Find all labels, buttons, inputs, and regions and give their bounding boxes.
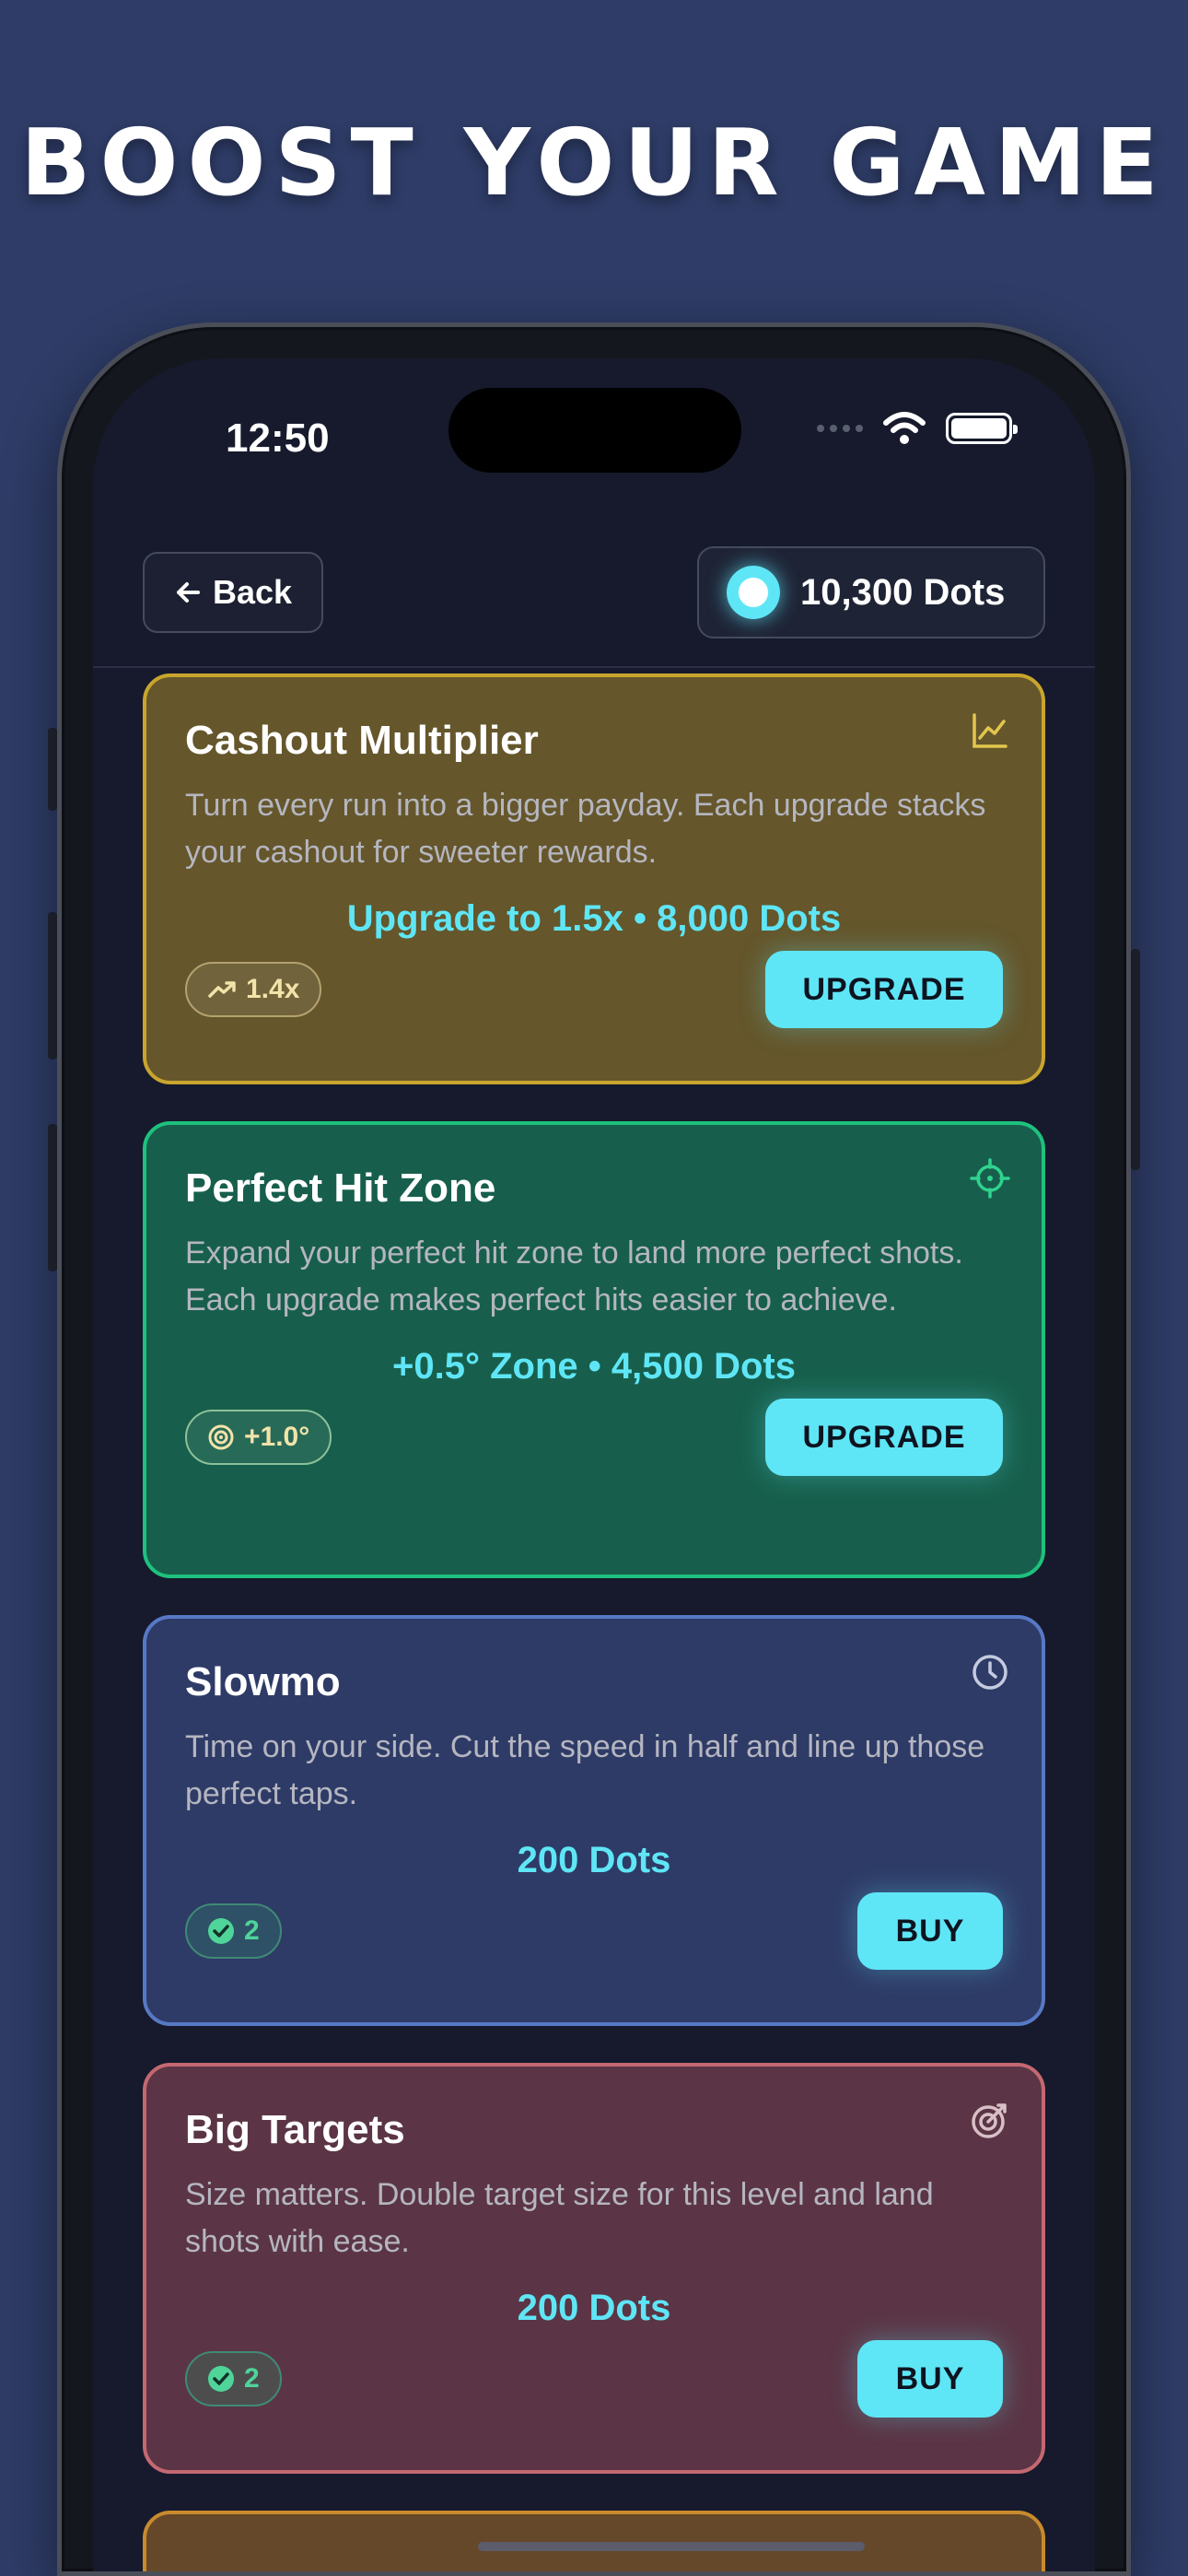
card-price: 200 Dots	[517, 2288, 671, 2328]
buy-button[interactable]: BUY	[857, 2340, 1003, 2418]
owned-count-badge: 2	[185, 2351, 282, 2406]
arrow-left-icon	[176, 582, 200, 603]
card-description: Size matters. Double target size for thi…	[185, 2177, 934, 2259]
side-button-left	[48, 1124, 57, 1271]
back-button[interactable]: Back	[143, 552, 323, 633]
card-description: Time on your side. Cut the speed in half…	[185, 1729, 985, 1811]
target-icon	[208, 1424, 234, 1450]
badge-value: 2	[244, 2363, 260, 2394]
check-circle-icon	[208, 2366, 234, 2392]
battery-icon	[946, 413, 1018, 444]
balance-value: 10,300 Dots	[800, 571, 1006, 613]
crosshair-icon	[970, 1158, 1010, 1199]
owned-count-badge: 2	[185, 1903, 282, 1959]
home-indicator[interactable]	[478, 2542, 865, 2551]
level-badge: +1.0°	[185, 1410, 332, 1465]
dots-balance: 10,300 Dots	[697, 546, 1045, 638]
card-description: Turn every run into a bigger payday. Eac…	[185, 788, 986, 870]
target-arrow-icon	[972, 2103, 1007, 2138]
upgrade-button[interactable]: UPGRADE	[765, 951, 1003, 1028]
side-button-left	[48, 912, 57, 1060]
side-button-left	[48, 728, 57, 811]
upgrade-card-cashout-multiplier: Cashout Multiplier Turn every run into a…	[143, 673, 1045, 1084]
back-label: Back	[212, 573, 293, 611]
card-title: Big Targets	[185, 2107, 405, 2152]
clock-icon	[973, 1655, 1007, 1690]
trending-up-icon	[208, 981, 236, 998]
card-title: Slowmo	[185, 1659, 341, 1704]
dynamic-island	[448, 388, 741, 473]
headline: BOOST YOUR GAME	[20, 109, 1168, 217]
upgrade-button[interactable]: UPGRADE	[765, 1399, 1003, 1476]
app-screen: 12:50 Back 10,300 Dots Cashout Multiplie…	[93, 358, 1095, 2571]
card-price: Upgrade to 1.5x • 8,000 Dots	[346, 898, 842, 939]
wifi-icon	[883, 412, 926, 444]
powerup-card-slowmo: Slowmo Time on your side. Cut the speed …	[143, 1615, 1045, 2026]
line-chart-icon	[973, 713, 1007, 748]
upgrade-list: Cashout Multiplier Turn every run into a…	[143, 673, 1045, 2571]
card-description: Expand your perfect hit zone to land mor…	[185, 1235, 963, 1317]
upgrade-card-perfect-hit-zone: Perfect Hit Zone Expand your perfect hit…	[143, 1121, 1045, 1578]
phone-frame: 12:50 Back 10,300 Dots Cashout Multiplie…	[57, 322, 1131, 2576]
powerup-card-big-targets: Big Targets Size matters. Double target …	[143, 2063, 1045, 2474]
badge-value: 1.4x	[246, 974, 300, 1004]
badge-value: 2	[244, 1915, 260, 1946]
status-icons	[817, 412, 1018, 445]
buy-button[interactable]: BUY	[857, 1892, 1003, 1970]
status-time: 12:50	[226, 416, 330, 461]
card-title: Cashout Multiplier	[185, 718, 539, 763]
level-badge: 1.4x	[185, 962, 322, 1017]
card-price: +0.5° Zone • 4,500 Dots	[392, 1346, 796, 1387]
dot-coin-icon	[727, 566, 780, 619]
top-bar: Back 10,300 Dots	[93, 546, 1095, 668]
card-title: Perfect Hit Zone	[185, 1165, 496, 1211]
badge-value: +1.0°	[244, 1422, 310, 1452]
signal-icon	[817, 425, 863, 432]
check-circle-icon	[208, 1918, 234, 1944]
side-button-right	[1131, 949, 1140, 1170]
card-price: 200 Dots	[517, 1840, 671, 1880]
